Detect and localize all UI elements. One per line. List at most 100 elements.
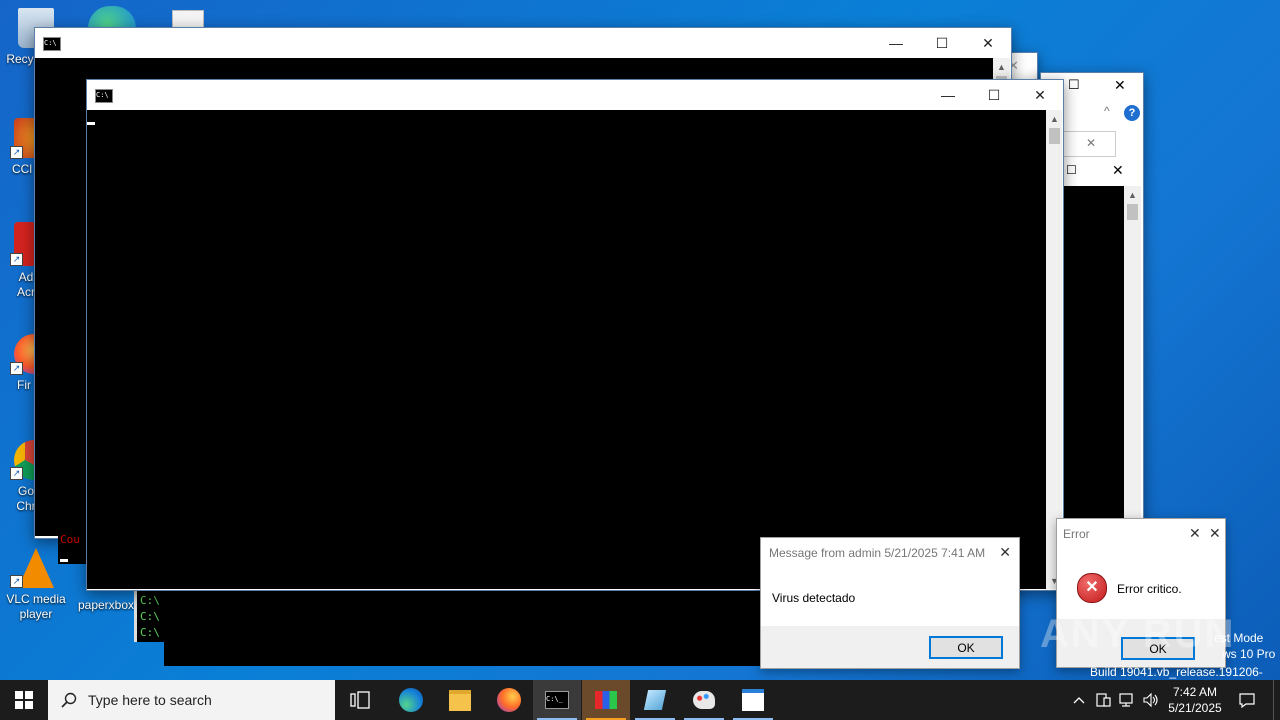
taskbar-app-colorful[interactable] xyxy=(582,680,630,720)
console-cursor xyxy=(87,122,95,125)
anyrun-watermark: ANY RUN xyxy=(1040,612,1236,656)
taskbar-search-box[interactable]: Type here to search xyxy=(48,680,335,720)
window-app-icon xyxy=(742,689,764,711)
background-window-2-maximize[interactable]: ☐ xyxy=(1068,77,1080,93)
start-button[interactable] xyxy=(0,680,48,720)
shortcut-arrow-icon: ↗ xyxy=(10,253,23,266)
edge-icon xyxy=(399,688,423,712)
search-icon xyxy=(61,692,77,708)
background-window-3-scrollbar[interactable]: ▲ xyxy=(1124,186,1141,518)
background-window-3-close[interactable]: ✕ xyxy=(1112,162,1124,179)
scroll-up-icon[interactable]: ▲ xyxy=(1124,186,1141,203)
task-view-icon xyxy=(350,691,370,709)
cmd-icon: C:\_ xyxy=(545,691,569,709)
scroll-up-icon[interactable]: ▲ xyxy=(1046,110,1063,127)
volume-icon xyxy=(1143,692,1158,708)
bottom-console-strip xyxy=(164,588,764,666)
front-cmd-titlebar[interactable]: C:\ — ☐ ✕ xyxy=(87,80,1063,110)
partial-console-fragment: Cou xyxy=(58,530,86,564)
back-cmd-maximize-button[interactable]: ☐ xyxy=(919,28,965,58)
console-cursor xyxy=(60,559,68,562)
task-view-button[interactable] xyxy=(336,680,384,720)
background-window-3-maximize[interactable]: ☐ xyxy=(1066,163,1077,177)
front-cmd-maximize-button[interactable]: ☐ xyxy=(971,80,1017,110)
background-window-3-console xyxy=(1062,186,1124,518)
network-icon xyxy=(1119,693,1133,707)
tray-network[interactable] xyxy=(1116,680,1138,720)
taskbar-edge[interactable] xyxy=(387,680,435,720)
message-dialog-close-button[interactable]: ✕ xyxy=(999,544,1011,561)
search-placeholder: Type here to search xyxy=(88,692,212,708)
prompt-line: C:\ xyxy=(140,610,160,623)
front-cmd-console[interactable] xyxy=(87,110,1046,589)
devices-icon xyxy=(1096,693,1111,707)
taskbar: Type here to search C:\_ 7:42 AM 5/21/20… xyxy=(0,680,1280,720)
cmd-icon: C:\ xyxy=(43,37,61,51)
shortcut-arrow-icon: ↗ xyxy=(10,467,23,480)
paint-palette-icon xyxy=(693,691,715,709)
taskbar-window-app[interactable] xyxy=(729,680,777,720)
back-cmd-close-button[interactable]: ✕ xyxy=(965,28,1011,58)
message-dialog[interactable]: Message from admin 5/21/2025 7:41 AM ✕ V… xyxy=(760,537,1020,669)
tray-show-hidden-icons[interactable] xyxy=(1068,680,1090,720)
scroll-thumb[interactable] xyxy=(1127,204,1138,220)
help-icon[interactable]: ? xyxy=(1124,105,1140,121)
shortcut-arrow-icon: ↗ xyxy=(10,575,23,588)
desktop-icon-label: VLC media player xyxy=(6,592,66,621)
cmd-icon: C:\ xyxy=(95,89,113,103)
tray-volume[interactable] xyxy=(1140,680,1162,720)
ribbon-expand-chevron-icon[interactable]: ^ xyxy=(1104,104,1110,118)
partial-red-text: Cou xyxy=(60,533,80,546)
message-dialog-body: Virus detectado xyxy=(761,568,1019,626)
clock-time: 7:42 AM xyxy=(1172,685,1218,699)
tray-notifications[interactable] xyxy=(1234,680,1260,720)
windows-logo-icon xyxy=(15,691,33,709)
show-desktop-strip[interactable] xyxy=(1273,680,1280,720)
front-cmd-minimize-button[interactable]: — xyxy=(925,80,971,110)
prompt-line: C:\ xyxy=(140,594,160,607)
error-dialog-title: Error xyxy=(1063,527,1090,541)
taskbar-firefox[interactable] xyxy=(485,680,533,720)
back-cmd-minimize-button[interactable]: — xyxy=(873,28,919,58)
back-cmd-titlebar[interactable]: C:\ — ☐ ✕ xyxy=(35,28,1011,58)
error-dialog-body: ✕ Error critico. xyxy=(1057,549,1225,619)
taskbar-file-explorer[interactable] xyxy=(436,680,484,720)
firefox-icon xyxy=(497,688,521,712)
front-cmd-window[interactable]: C:\ — ☐ ✕ ▲ ▼ xyxy=(86,79,1064,591)
shortcut-arrow-icon: ↗ xyxy=(10,362,23,375)
scroll-up-icon[interactable]: ▲ xyxy=(993,58,1010,75)
edge-desktop-icon[interactable] xyxy=(88,6,136,28)
error-dialog-close-button-secondary[interactable]: ✕ xyxy=(1209,525,1221,542)
tray-clock[interactable]: 7:42 AM 5/21/2025 xyxy=(1164,680,1226,720)
desktop-icon-label: Fir xyxy=(17,378,31,392)
chevron-up-icon xyxy=(1073,697,1085,704)
notepad-icon xyxy=(643,690,667,710)
tray-devices[interactable] xyxy=(1092,680,1114,720)
vlc-cone-icon xyxy=(18,548,54,588)
windows-edition-text: ws 10 Pro xyxy=(1222,647,1276,661)
background-window-2-close[interactable]: ✕ xyxy=(1114,77,1126,94)
scroll-thumb[interactable] xyxy=(1049,128,1060,144)
desktop-icon-label: CCl xyxy=(12,162,32,176)
taskbar-paint[interactable] xyxy=(680,680,728,720)
prompt-line: C:\ xyxy=(140,626,160,639)
message-ok-button[interactable]: OK xyxy=(929,636,1003,659)
error-text: Error critico. xyxy=(1117,582,1182,596)
message-text: Virus detectado xyxy=(772,591,856,605)
desktop-icon-label: Recy xyxy=(6,52,34,66)
error-dialog-close-button[interactable]: ✕ xyxy=(1189,525,1201,542)
taskbar-notepad[interactable] xyxy=(631,680,679,720)
message-dialog-titlebar[interactable]: Message from admin 5/21/2025 7:41 AM ✕ xyxy=(761,538,1019,568)
taskbar-cmd[interactable]: C:\_ xyxy=(533,680,581,720)
background-tab-close[interactable]: ✕ xyxy=(1086,136,1096,150)
shortcut-arrow-icon: ↗ xyxy=(10,146,23,159)
desktop-icon-paperxbox[interactable]: paperxbox xyxy=(70,598,142,613)
front-cmd-close-button[interactable]: ✕ xyxy=(1017,80,1063,110)
test-mode-text: est Mode xyxy=(1214,631,1264,645)
folder-icon xyxy=(449,689,471,711)
desktop-icon-label: paperxbox xyxy=(77,598,135,612)
error-dialog-titlebar[interactable]: Error ✕ ✕ xyxy=(1057,519,1225,549)
message-dialog-title: Message from admin 5/21/2025 7:41 AM xyxy=(769,546,986,560)
error-icon: ✕ xyxy=(1077,573,1107,603)
notification-icon xyxy=(1239,693,1255,708)
